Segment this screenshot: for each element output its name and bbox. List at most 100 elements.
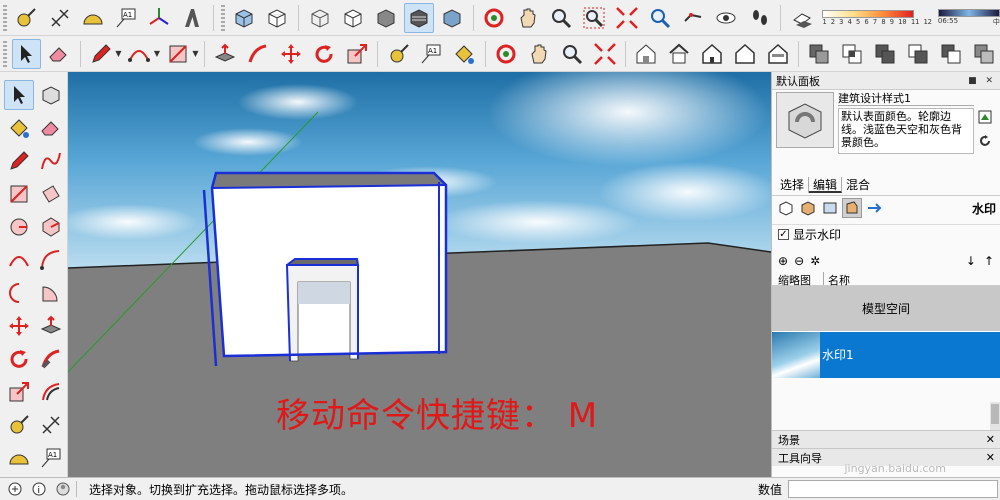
scale-icon[interactable] [4,377,34,407]
close-icon[interactable]: ✕ [986,451,995,464]
geo-location-icon[interactable] [6,480,24,498]
push-pull-icon[interactable] [36,311,66,341]
outer-shell-icon[interactable] [805,39,834,69]
shaded-texture-icon[interactable] [404,2,434,33]
shadow-settings-icon[interactable] [787,3,816,33]
watermark-settings-icon[interactable] [842,198,862,218]
style-name[interactable]: 建筑设计样式1 [838,92,974,106]
modeling-settings-icon[interactable] [864,198,884,218]
iso-view-icon[interactable] [230,3,259,33]
eraser-icon[interactable] [36,113,66,143]
follow-me-icon[interactable] [244,39,273,69]
measurements-input[interactable] [788,480,998,498]
circle-icon[interactable] [4,212,34,242]
tab-edit[interactable]: 编辑 [809,176,843,193]
update-style-icon[interactable] [978,110,992,124]
right-view-icon[interactable] [730,39,759,69]
zoom-window-icon[interactable] [579,3,608,33]
orbit-icon[interactable] [480,3,509,33]
shape-dropdown-caret[interactable]: ▼ [192,49,200,58]
zoom-extents-icon[interactable] [590,39,619,69]
shadow-month-slider[interactable]: 1 2 3 4 5 6 7 8 9 10 11 12 [822,9,932,26]
style-description[interactable]: 默认表面颜色。轮廓边线。浅蓝色天空和灰色背景颜色。 [838,108,974,154]
collapsed-panel-scenes[interactable]: 场景 ✕ [772,430,1000,448]
3d-text-icon[interactable] [178,3,207,33]
wireframe-box-icon[interactable] [263,3,292,33]
refresh-icon[interactable] [978,134,992,148]
arc-icon[interactable] [4,245,34,275]
tape-measure-icon[interactable] [4,410,34,440]
arc-dropdown-caret[interactable]: ▼ [154,49,162,58]
shaded-icon[interactable] [371,3,400,33]
select-arrow-icon[interactable] [11,38,41,69]
remove-watermark-icon[interactable]: ⊖ [794,254,804,268]
user-account-icon[interactable] [54,480,72,498]
toolbar-grip[interactable] [220,4,225,31]
axes-icon[interactable] [145,3,174,33]
freehand-icon[interactable] [36,146,66,176]
tab-select[interactable]: 选择 [776,176,810,193]
rectangle-icon[interactable] [164,39,193,69]
two-point-arc-icon[interactable] [36,245,66,275]
close-icon[interactable]: ✕ [986,433,995,446]
text-label-icon[interactable]: A1 [36,443,66,473]
selected-building[interactable] [202,171,448,367]
edge-settings-icon[interactable] [776,198,796,218]
position-camera-icon[interactable] [679,3,708,33]
eraser-icon[interactable] [45,39,74,69]
scale-icon[interactable] [342,39,371,69]
protractor-icon[interactable] [4,443,34,473]
monochrome-icon[interactable] [438,3,467,33]
edit-watermark-gear-icon[interactable]: ✲ [810,254,820,268]
dimension-icon[interactable] [45,3,74,33]
pan-icon[interactable] [513,3,542,33]
polygon-icon[interactable] [36,212,66,242]
pencil-dropdown-caret[interactable]: ▼ [115,49,123,58]
split-icon[interactable] [969,39,998,69]
list-item[interactable]: 模型空间 [772,286,1000,332]
offset-icon[interactable] [36,377,66,407]
rotated-rectangle-icon[interactable] [36,179,66,209]
add-watermark-icon[interactable]: ⊕ [778,254,788,268]
union-icon[interactable] [871,39,900,69]
walk-icon[interactable] [745,3,774,33]
show-watermark-checkbox[interactable]: ✓ [778,229,789,240]
move-icon[interactable] [277,39,306,69]
top-view-icon[interactable] [665,39,694,69]
info-icon[interactable]: i [30,480,48,498]
zoom-icon[interactable] [546,3,575,33]
list-item[interactable]: 水印1 [772,331,1000,378]
follow-me-icon[interactable] [36,344,66,374]
rotate-icon[interactable] [310,39,339,69]
rotate-icon[interactable] [4,344,34,374]
hidden-line-icon[interactable] [338,3,367,33]
protractor-icon[interactable] [78,3,107,33]
dimension-icon[interactable] [36,410,66,440]
text-icon[interactable]: A1 [417,39,446,69]
tape-measure-icon[interactable] [384,39,413,69]
modeling-viewport[interactable]: 移动命令快捷键： M [68,72,771,477]
background-settings-icon[interactable] [820,198,840,218]
move-icon[interactable] [4,311,34,341]
move-up-icon[interactable]: ↑ [984,254,994,268]
make-component-icon[interactable] [36,80,66,110]
pencil-icon[interactable] [87,39,116,69]
rectangle-icon[interactable] [4,179,34,209]
tab-mix[interactable]: 混合 [842,177,874,193]
face-settings-icon[interactable] [798,198,818,218]
toolbar-grip[interactable] [3,40,7,67]
show-watermark-row[interactable]: ✓ 显示水印 [772,224,1000,244]
move-down-icon[interactable]: ↓ [966,254,976,268]
back-view-icon[interactable] [763,39,792,69]
push-pull-icon[interactable] [211,39,240,69]
zoom-extents-icon[interactable] [612,3,641,33]
front-view-icon[interactable] [698,39,727,69]
arc-icon[interactable] [125,39,154,69]
intersect-icon[interactable] [838,39,867,69]
pan-icon[interactable] [524,39,553,69]
subtract-icon[interactable] [904,39,933,69]
shadow-time-slider[interactable]: 06:55 中 [937,8,1000,27]
tray-pin-close-icon[interactable]: ■ ✕ [968,76,996,86]
zoom-icon[interactable] [557,39,586,69]
paint-bucket-icon[interactable] [4,113,34,143]
